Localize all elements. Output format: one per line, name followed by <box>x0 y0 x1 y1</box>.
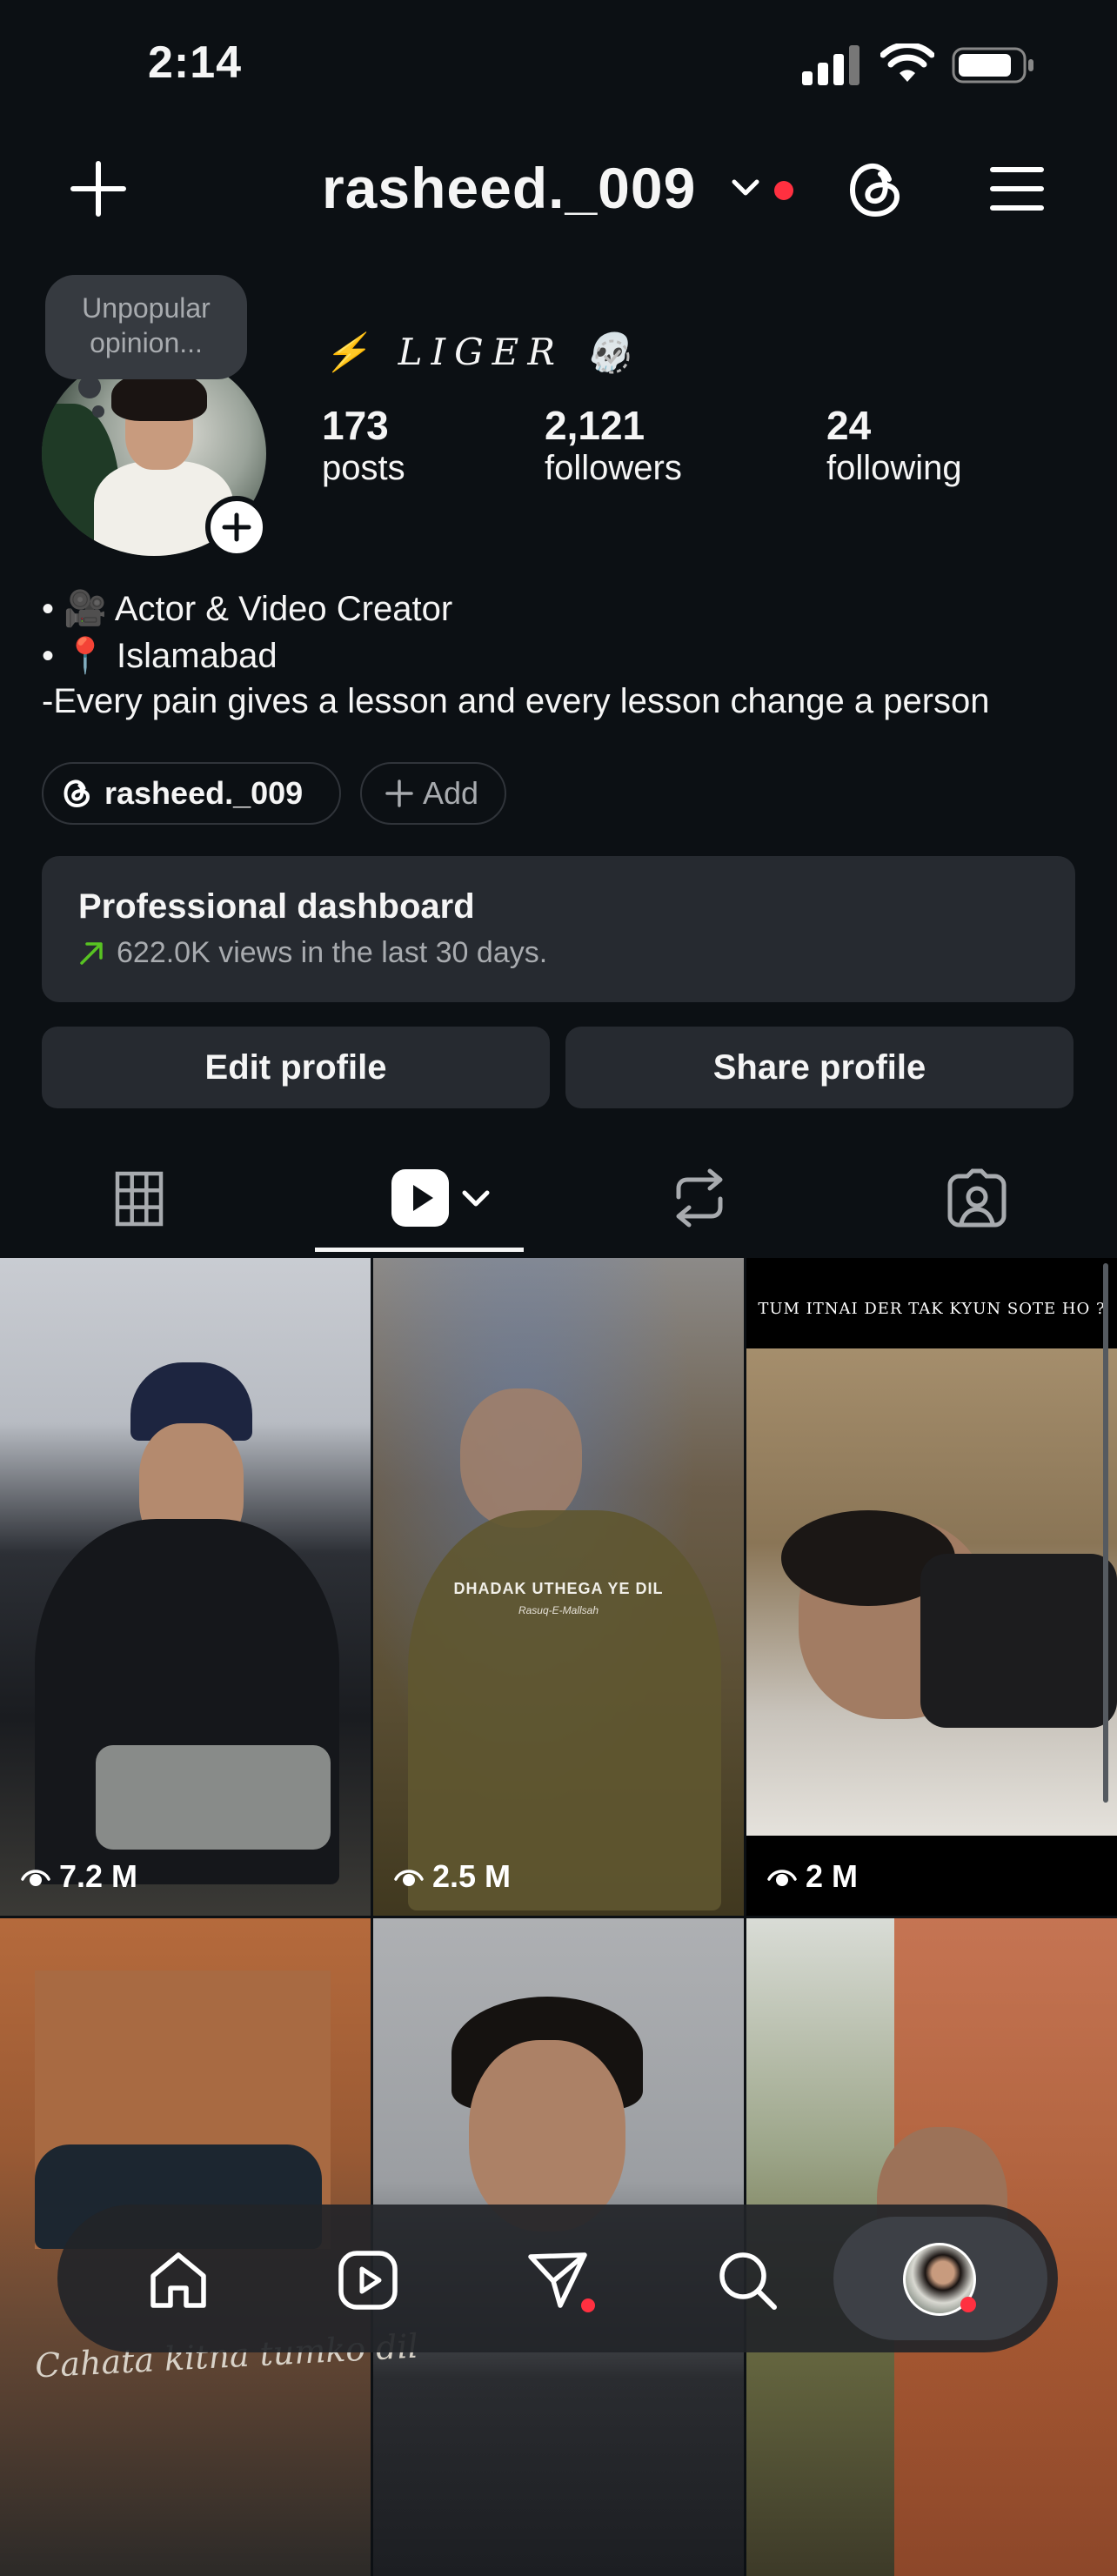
chevron-down-icon[interactable] <box>459 1185 492 1211</box>
stat-label: posts <box>322 449 405 487</box>
add-story-button[interactable] <box>205 496 268 559</box>
bio-line: -Every pain gives a lesson and every les… <box>42 682 990 720</box>
nav-messages-icon[interactable] <box>527 2250 595 2312</box>
tab-active-indicator <box>315 1248 524 1252</box>
verified-badge-icon <box>593 338 632 376</box>
reel-thumbnail[interactable]: 7.2 M <box>0 1258 371 1916</box>
eye-icon <box>767 1870 797 1886</box>
view-count-text: 7.2 M <box>59 1858 138 1894</box>
reel-thumbnail[interactable]: DHADAK UTHEGA YE DIL Rasuq-E-Mallsah 2.5… <box>373 1258 744 1916</box>
bio-line: • 🎥 Actor & Video Creator <box>42 590 453 628</box>
view-count: 2 M <box>767 1858 858 1895</box>
stat-value: 173 <box>322 403 389 448</box>
stat-followers[interactable]: 2,121 followers <box>545 402 682 488</box>
edit-profile-button[interactable]: Edit profile <box>42 1027 550 1108</box>
battery-icon <box>952 47 1035 84</box>
nav-home-icon[interactable] <box>148 2250 209 2311</box>
tab-grid-posts[interactable] <box>115 1171 164 1227</box>
overlay-title: TUM ITNAI DER TAK KYUN SOTE HO ? <box>758 1300 1106 1318</box>
threads-icon <box>63 779 92 808</box>
dashboard-subtitle: 622.0K views in the last 30 days. <box>117 936 548 969</box>
threads-handle: rasheed._009 <box>104 775 304 811</box>
plus-icon <box>385 779 414 808</box>
stat-following[interactable]: 24 following <box>826 402 962 488</box>
view-count-text: 2.5 M <box>432 1858 512 1894</box>
reel-thumbnail[interactable]: TUM ITNAI DER TAK KYUN SOTE HO ? 2 M <box>746 1258 1117 1916</box>
add-link-pill[interactable]: Add <box>360 762 506 825</box>
threads-badge-pill[interactable]: rasheed._009 <box>42 762 341 825</box>
bio-line: • 📍 Islamabad <box>42 637 278 675</box>
share-profile-button[interactable]: Share profile <box>565 1027 1074 1108</box>
header-username[interactable]: rasheed._009 <box>322 155 696 221</box>
messages-notification-dot <box>581 2298 595 2312</box>
menu-icon[interactable] <box>990 165 1044 212</box>
dashboard-title: Professional dashboard <box>78 887 475 926</box>
view-count: 7.2 M <box>21 1858 137 1895</box>
display-name: ⚡ LIGER 💀 <box>324 331 639 373</box>
scroll-indicator[interactable] <box>1103 1263 1108 1803</box>
chevron-down-icon[interactable] <box>729 174 762 200</box>
dashboard-subtitle-row: 622.0K views in the last 30 days. <box>78 936 547 970</box>
note-tail <box>78 376 101 398</box>
eye-icon <box>21 1870 50 1886</box>
profile-notification-dot <box>960 2297 976 2312</box>
threads-icon[interactable] <box>847 160 905 219</box>
add-label: Add <box>423 775 479 811</box>
profile-note[interactable]: Unpopular opinion... <box>45 275 247 379</box>
eye-icon <box>394 1870 424 1886</box>
stat-label: followers <box>545 449 682 487</box>
professional-dashboard-card[interactable]: Professional dashboard 622.0K views in t… <box>42 856 1075 1002</box>
note-tail <box>92 405 104 418</box>
create-plus-icon[interactable] <box>70 160 127 217</box>
tab-tagged[interactable] <box>946 1168 1007 1228</box>
nav-search-icon[interactable] <box>717 2250 778 2311</box>
nav-reels-icon[interactable] <box>338 2250 398 2311</box>
stat-label: following <box>826 449 962 487</box>
status-time: 2:14 <box>148 37 243 88</box>
overlay-title: DHADAK UTHEGA YE DIL <box>453 1580 664 1597</box>
view-count: 2.5 M <box>394 1858 511 1895</box>
view-count-text: 2 M <box>806 1858 859 1894</box>
stat-posts[interactable]: 173 posts <box>322 402 405 488</box>
overlay-subtitle: Rasuq-E-Mallsah <box>518 1604 599 1616</box>
stat-value: 24 <box>826 403 872 448</box>
signal-icon <box>802 45 861 85</box>
notification-dot <box>774 181 793 200</box>
stat-value: 2,121 <box>545 403 645 448</box>
trend-up-icon <box>78 940 104 967</box>
tab-reels[interactable] <box>390 1168 451 1228</box>
wifi-icon <box>880 43 934 84</box>
tab-reposts[interactable] <box>672 1168 727 1228</box>
